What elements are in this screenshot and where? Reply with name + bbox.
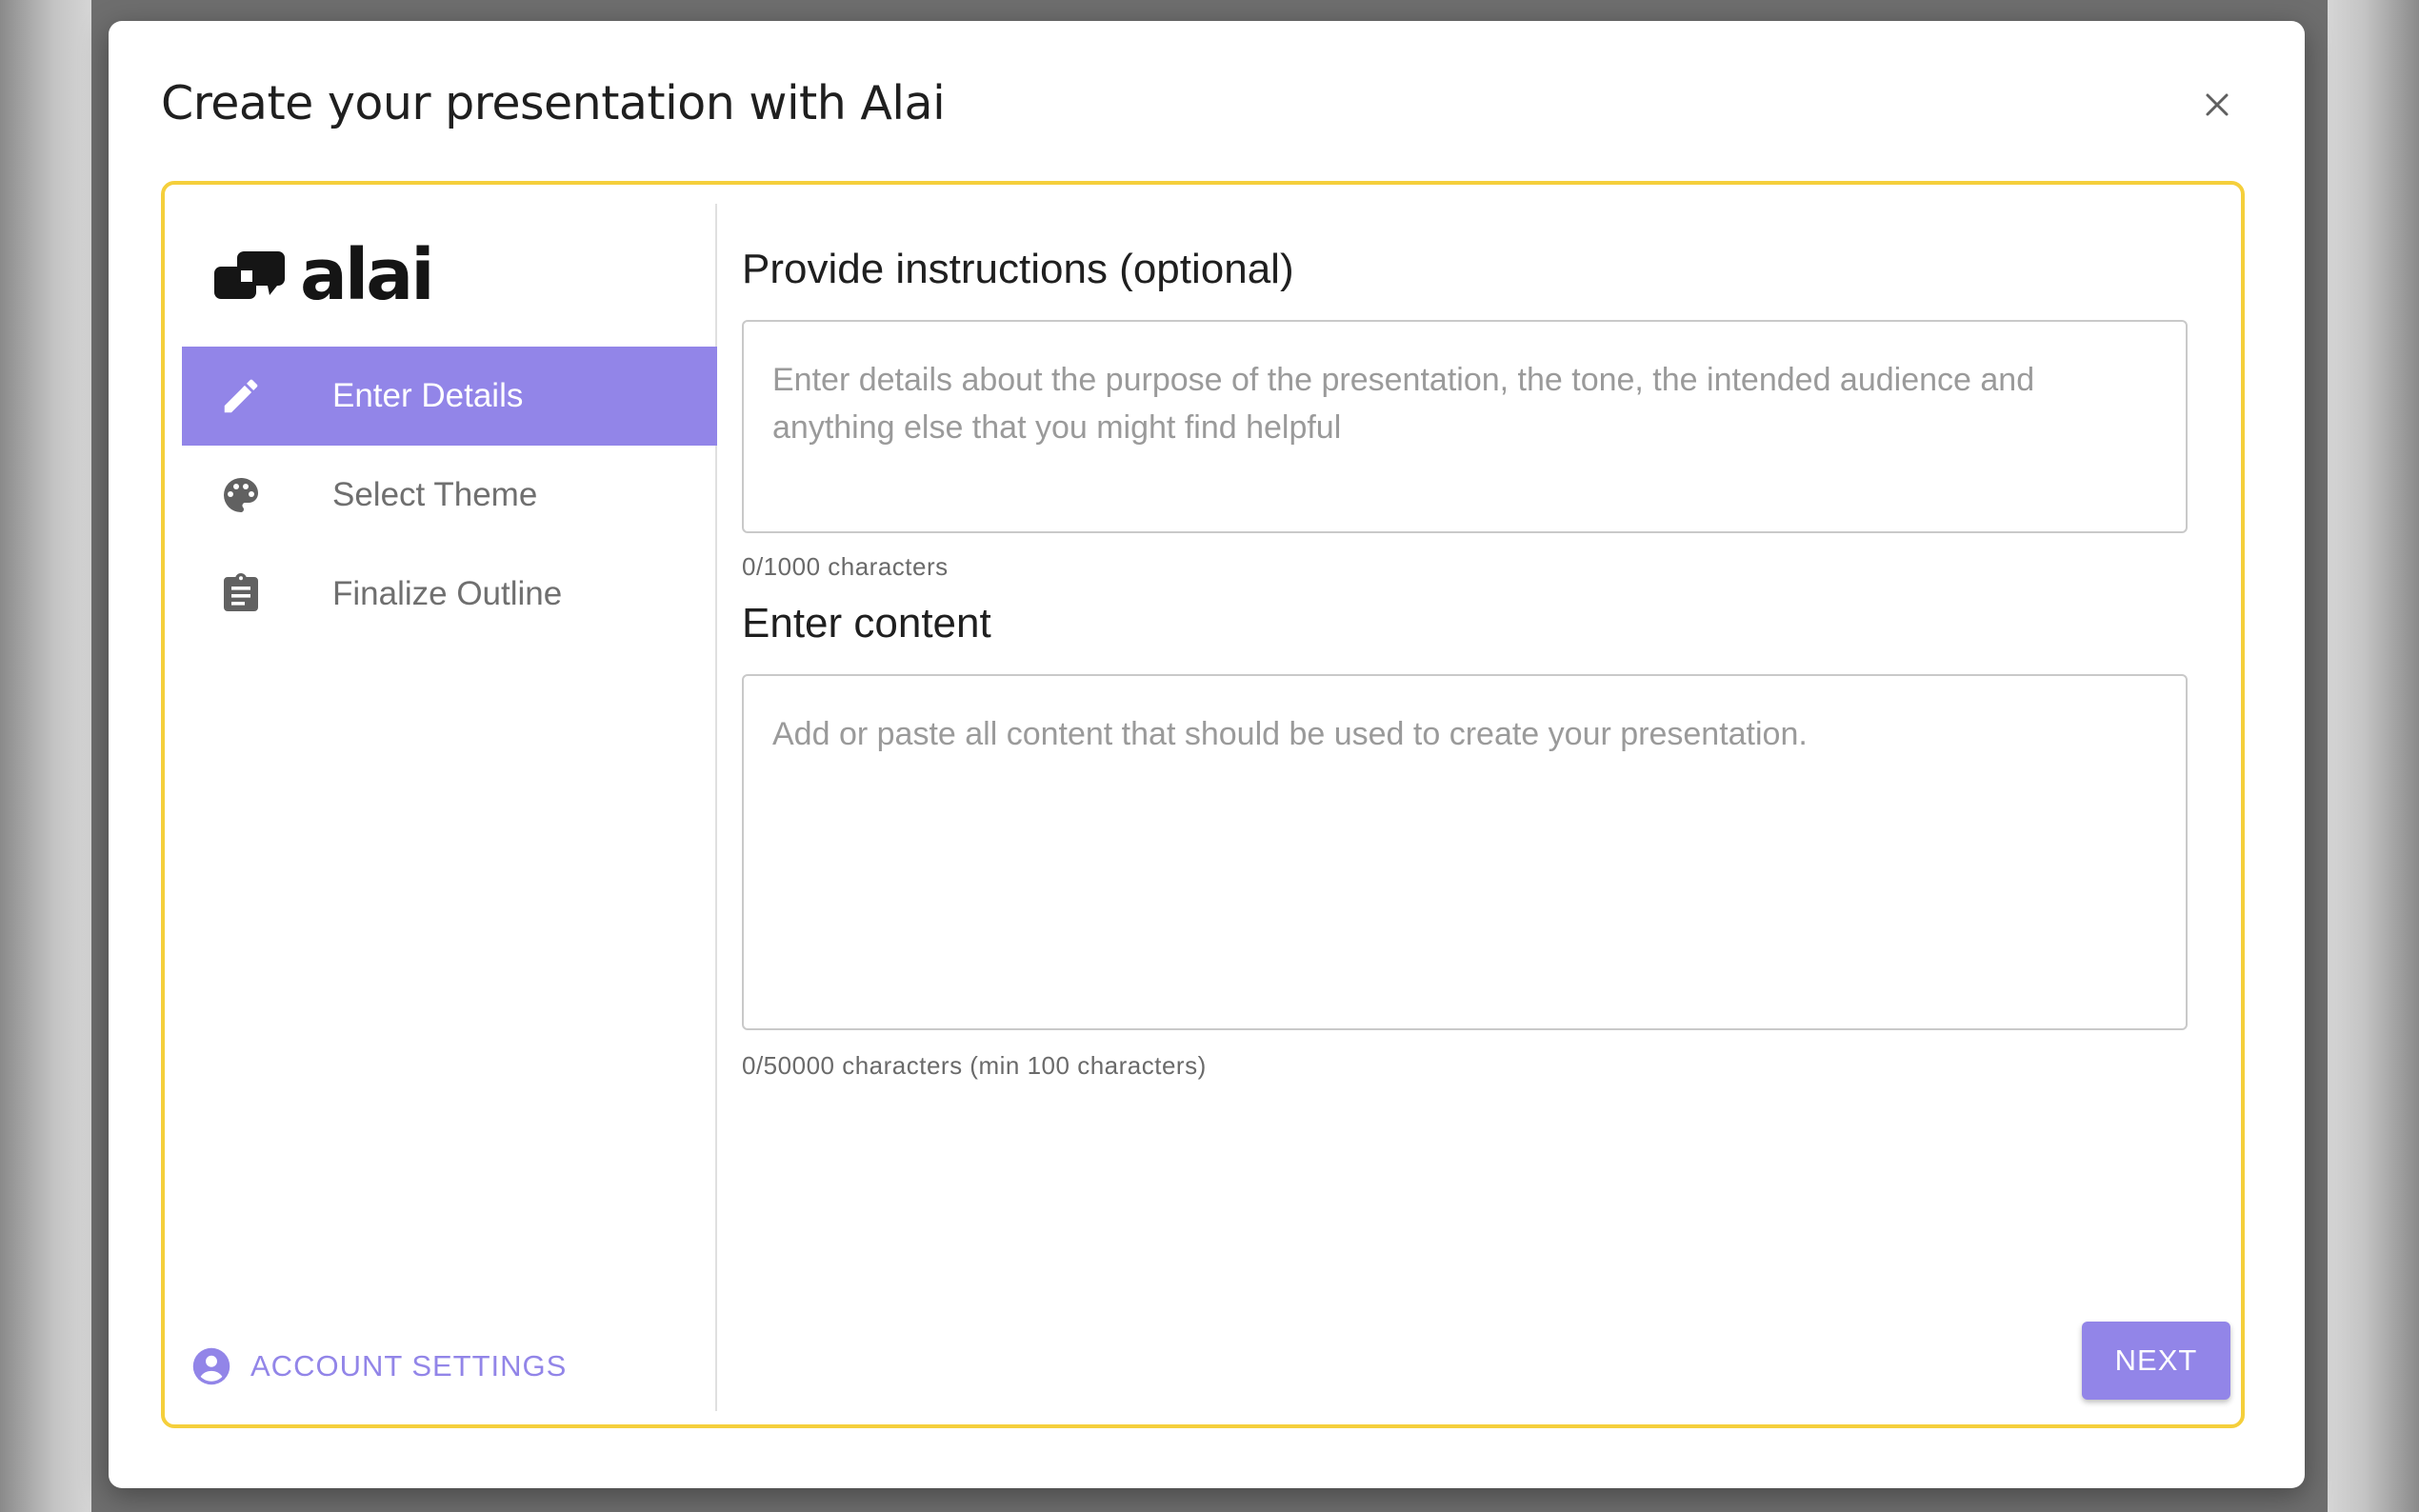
wizard-panel: alai Enter Details Select Theme Finalize… [161, 181, 2245, 1428]
instructions-label: Provide instructions (optional) [742, 246, 1294, 292]
account-circle-icon [192, 1347, 230, 1385]
clipboard-icon [212, 566, 270, 623]
wizard-sidebar: alai Enter Details Select Theme Finalize… [182, 204, 717, 1411]
content-character-counter: 0/50000 characters (min 100 characters) [742, 1051, 1207, 1080]
account-settings-link[interactable]: ACCOUNT SETTINGS [191, 1346, 567, 1386]
sidebar-item-label: Enter Details [332, 377, 524, 414]
dialog-title: Create your presentation with Alai [161, 76, 946, 130]
account-settings-label: ACCOUNT SETTINGS [250, 1349, 568, 1383]
instructions-character-counter: 0/1000 characters [742, 552, 949, 581]
sidebar-item-label: Finalize Outline [332, 575, 563, 612]
sidebar-item-select-theme[interactable]: Select Theme [182, 446, 717, 545]
instructions-textarea[interactable] [742, 320, 2188, 533]
background-left-edge [0, 0, 91, 1512]
next-button[interactable]: NEXT [2082, 1322, 2230, 1400]
alai-logo: alai [214, 234, 435, 316]
pencil-icon [212, 368, 270, 425]
sidebar-item-enter-details[interactable]: Enter Details [182, 347, 717, 446]
alai-logo-text: alai [300, 234, 435, 316]
create-presentation-dialog: Create your presentation with Alai alai [109, 21, 2305, 1488]
close-button[interactable] [2190, 78, 2244, 131]
content-label: Enter content [742, 600, 991, 647]
content-textarea[interactable] [742, 674, 2188, 1030]
palette-icon [212, 467, 270, 524]
background-right-edge [2328, 0, 2419, 1512]
close-icon [2206, 93, 2229, 116]
sidebar-item-finalize-outline[interactable]: Finalize Outline [182, 545, 717, 644]
details-form: Provide instructions (optional) 0/1000 c… [742, 185, 2228, 1422]
alai-logo-mark-icon [214, 251, 285, 299]
sidebar-item-label: Select Theme [332, 476, 538, 513]
